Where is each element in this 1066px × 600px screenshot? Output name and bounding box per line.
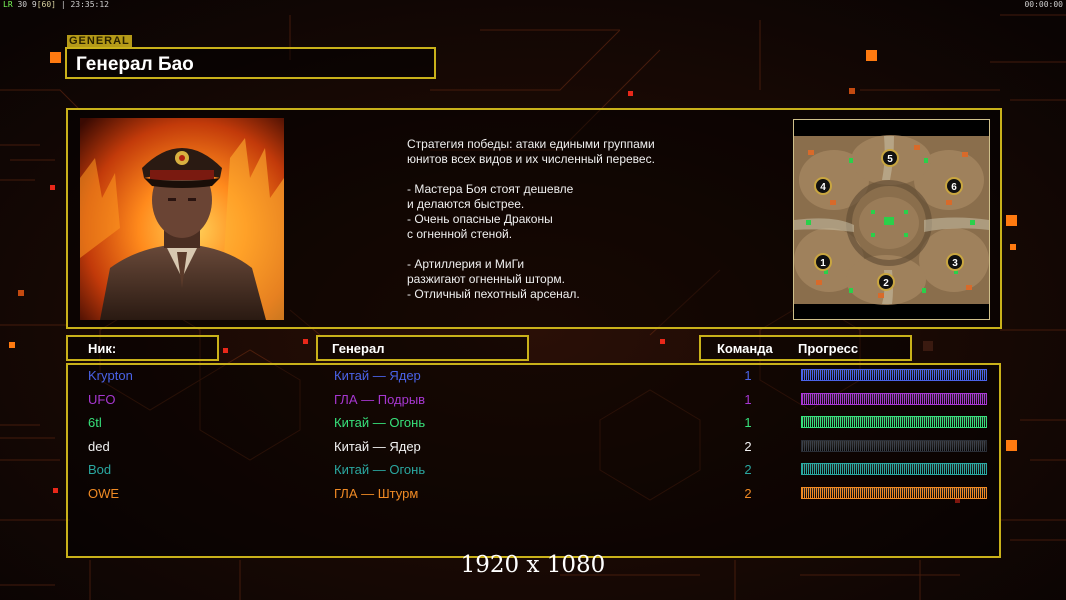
- player-row: ded Китай — Ядер 2: [68, 436, 1003, 458]
- map-terrain: 1 2 3 4 5 6: [794, 120, 989, 319]
- description-line: с огненной стеной.: [407, 227, 513, 241]
- player-progress-bar: [801, 439, 987, 452]
- player-progress-bar: [801, 463, 987, 475]
- map-spawn-6: 6: [951, 182, 957, 193]
- header-nick-label: Ник:: [88, 341, 117, 356]
- header-progress-label: Прогресс: [798, 341, 859, 356]
- player-row: Bod Китай — Огонь 2: [68, 459, 1003, 481]
- map-spawn-2: 2: [883, 278, 889, 289]
- player-nick: 6tl: [88, 415, 102, 430]
- player-team: 1: [744, 391, 752, 407]
- player-general: Китай — Огонь: [334, 462, 426, 477]
- player-nick: ded: [88, 438, 110, 454]
- player-general: Китай — Ядер: [334, 368, 421, 383]
- description-line: - Мастера Боя стоят дешевле: [407, 182, 574, 196]
- description-line: и делаются быстрее.: [407, 197, 525, 211]
- header-nick: Ник:: [66, 335, 219, 361]
- player-nick: Bod: [88, 462, 112, 477]
- player-general: Китай — Ядер: [334, 438, 421, 454]
- header-team-progress: Команда Прогресс: [699, 335, 912, 361]
- player-list: Krypton Китай — Ядер 1 UFO ГЛА — Подрыв …: [66, 363, 1001, 558]
- header-general-label: Генерал: [332, 341, 385, 356]
- player-row: 6tl Китай — Огонь 1: [68, 412, 1003, 434]
- description-line: - Отличный пехотный арсенал.: [407, 287, 580, 301]
- player-progress-bar: [801, 486, 987, 499]
- player-team: 2: [744, 462, 752, 477]
- map-spawn-1: 1: [820, 258, 826, 269]
- map-preview: 1 2 3 4 5 6: [793, 119, 990, 320]
- description-line: - Очень опасные Драконы: [407, 212, 553, 226]
- player-progress-bar: [801, 392, 987, 405]
- player-row: OWE ГЛА — Штурм 2: [68, 483, 1003, 505]
- hud-left-numbers: 30 9: [17, 0, 37, 9]
- player-team: 2: [744, 438, 752, 454]
- hud-left-bracket: [60]: [36, 0, 56, 9]
- player-team: 1: [744, 415, 752, 430]
- general-name: Генерал Бао: [76, 54, 194, 75]
- player-row: UFO ГЛА — Подрыв 1: [68, 389, 1003, 411]
- hud-framerate: LR 30 9[60] | 23:35:12: [3, 0, 109, 9]
- player-team: 1: [744, 368, 752, 383]
- player-row: Krypton Китай — Ядер 1: [68, 365, 1003, 387]
- player-progress-bar: [801, 369, 987, 381]
- description-line: юнитов всех видов и их численный перевес…: [407, 152, 655, 166]
- player-nick: UFO: [88, 391, 116, 407]
- player-progress-bar: [801, 416, 987, 428]
- map-spawn-3: 3: [952, 258, 958, 269]
- general-description: Стратегия победы: атаки едиными группами…: [407, 137, 777, 302]
- player-general: ГЛА — Подрыв: [334, 391, 426, 407]
- map-spawn-5: 5: [887, 154, 893, 165]
- resolution-label: 1920 x 1080: [460, 552, 606, 578]
- header-team-label: Команда: [717, 341, 773, 356]
- player-team: 2: [744, 485, 752, 501]
- description-line: - Артиллерия и МиГи: [407, 257, 525, 271]
- general-title-box: Генерал Бао: [65, 47, 436, 79]
- description-line: разжигают огненный шторм.: [407, 272, 565, 286]
- player-general: ГЛА — Штурм: [334, 485, 419, 501]
- hud-timer: 00:00:00: [1024, 0, 1063, 9]
- header-general: Генерал: [316, 335, 529, 361]
- general-tag: GENERAL: [67, 35, 132, 47]
- map-spawn-4: 4: [820, 182, 826, 193]
- hud-clock: 23:35:12: [70, 0, 109, 9]
- description-line: Стратегия победы: атаки едиными группами: [407, 137, 655, 151]
- player-nick: OWE: [88, 485, 120, 501]
- player-general: Китай — Огонь: [334, 415, 426, 430]
- player-nick: Krypton: [88, 368, 133, 383]
- hud-left-label: LR: [3, 0, 13, 9]
- general-portrait: [80, 118, 284, 320]
